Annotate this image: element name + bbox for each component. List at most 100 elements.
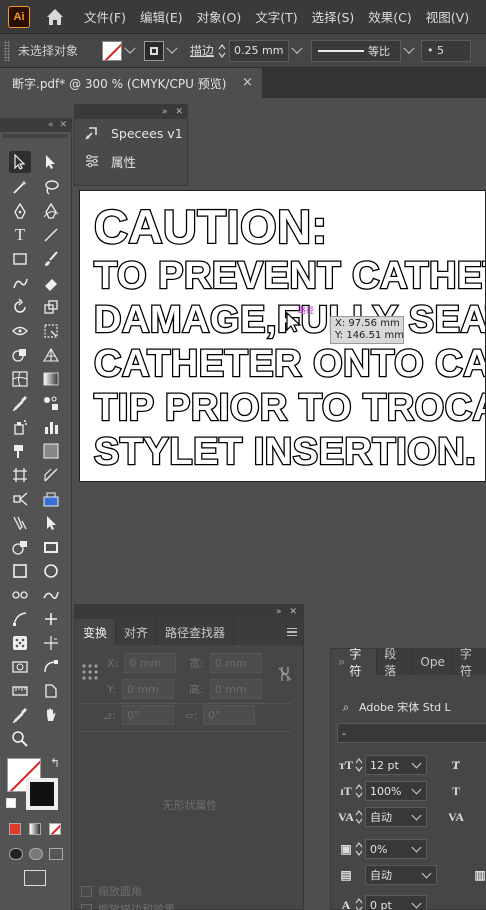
artwork-text-line[interactable]: TIP PRIOR TO TROCAR	[93, 386, 485, 431]
artboard[interactable]: CAUTION: TO PREVENT CATHETER DAMAGE,FULL…	[79, 190, 486, 482]
anchor-point-icon[interactable]	[9, 608, 31, 630]
gradient-mode-icon[interactable]	[29, 823, 41, 835]
tab-character-styles[interactable]: 字符	[453, 647, 486, 678]
brush-select[interactable]: • 5	[421, 39, 472, 62]
stepper-icon[interactable]	[355, 841, 363, 857]
add-anchor-icon[interactable]	[40, 608, 62, 630]
scale-tool-icon[interactable]	[40, 296, 62, 318]
screen-mode-icon[interactable]	[24, 870, 46, 886]
tab-pathfinder[interactable]: 路径查找器	[157, 619, 235, 645]
magic-wand-icon[interactable]	[9, 176, 31, 198]
hand-tool-icon[interactable]	[40, 704, 62, 726]
baseline-shift-input[interactable]: 0 pt	[365, 895, 427, 910]
lasso-icon[interactable]	[40, 176, 62, 198]
tab-paragraph[interactable]: 段落	[377, 647, 414, 678]
ellipse-copy-icon[interactable]	[9, 536, 31, 558]
close-icon[interactable]: ×	[242, 75, 253, 90]
rectangle-tool-icon[interactable]	[9, 248, 31, 270]
chevron-down-icon[interactable]	[403, 42, 415, 54]
panel-menu-icon[interactable]	[281, 619, 303, 645]
smooth-tool-icon[interactable]	[40, 584, 62, 606]
ruler-icon[interactable]	[9, 680, 31, 702]
symbol-sprayer-icon[interactable]	[9, 416, 31, 438]
crop-image-icon[interactable]	[9, 656, 31, 678]
chevron-down-icon[interactable]	[166, 42, 178, 54]
dice-icon[interactable]	[9, 632, 31, 654]
chevron-down-icon[interactable]	[124, 42, 136, 54]
gradient-tool-icon[interactable]	[40, 368, 62, 390]
mesh-tool-icon[interactable]	[9, 368, 31, 390]
shape-builder-icon[interactable]	[9, 344, 31, 366]
live-paint-icon[interactable]	[9, 440, 31, 462]
paintbrush-icon[interactable]	[40, 248, 62, 270]
reference-point-icon[interactable]	[81, 663, 99, 681]
height-field[interactable]: 高: 0 mm	[189, 679, 262, 699]
tab-align[interactable]: 对齐	[116, 619, 158, 645]
symbol-shift-icon[interactable]	[40, 488, 62, 510]
pen-tool-icon[interactable]	[9, 200, 31, 222]
shaper-tool-icon[interactable]	[9, 272, 31, 294]
tab-transform[interactable]: 变换	[75, 619, 117, 645]
font-family-input[interactable]: Adobe 宋体 Std L	[355, 697, 485, 717]
eyedropper-alt-icon[interactable]	[9, 704, 31, 726]
direct-selection-tool-icon[interactable]	[40, 151, 62, 173]
curvature-tool-icon[interactable]	[40, 200, 62, 222]
column-graph-icon[interactable]	[40, 416, 62, 438]
collapse-icon[interactable]: »	[162, 107, 168, 117]
eyedropper-icon[interactable]	[9, 392, 31, 414]
width-field[interactable]: 宽: 0 mm	[189, 653, 262, 673]
link-icon[interactable]	[277, 665, 293, 683]
y-field[interactable]: Y: 0 mm	[107, 679, 174, 699]
default-colors-icon[interactable]	[6, 798, 16, 808]
tab-opentype[interactable]: Ope	[413, 649, 453, 675]
live-paint-selection-icon[interactable]	[40, 440, 62, 462]
artwork-text-line[interactable]: CAUTION:	[93, 199, 329, 255]
scale-strokes-checkbox[interactable]: 缩放描边和效果	[81, 901, 175, 910]
font-style-select[interactable]: -	[337, 723, 486, 743]
direct-select-alt-icon[interactable]	[40, 512, 62, 534]
pattern-tool-icon[interactable]	[9, 584, 31, 606]
reshape-icon[interactable]	[40, 656, 62, 678]
zoom-tool-icon[interactable]	[9, 728, 31, 750]
close-icon[interactable]: ✕	[175, 107, 183, 117]
close-icon[interactable]: ✕	[59, 120, 67, 130]
collapse-icon[interactable]: »	[276, 607, 282, 617]
rectangle-grid-icon[interactable]	[40, 536, 62, 558]
selection-tool-icon[interactable]	[9, 151, 31, 173]
properties-button[interactable]: 属性	[75, 147, 187, 175]
stepper-icon[interactable]	[355, 757, 363, 773]
type-tool-icon[interactable]: T	[9, 224, 31, 246]
perspective-grid-icon[interactable]	[40, 344, 62, 366]
color-mode-icon[interactable]	[9, 823, 21, 835]
artwork-text-line[interactable]: TO PREVENT CATHETER	[93, 254, 485, 299]
line-tool-icon[interactable]	[40, 224, 62, 246]
menu-select[interactable]: 选择(S)	[312, 7, 355, 26]
knife-tool-icon[interactable]	[9, 512, 31, 534]
menu-object[interactable]: 对象(O)	[197, 7, 242, 26]
print-tiling-icon[interactable]	[40, 680, 62, 702]
angle-field[interactable]: ⊿: 0°	[103, 705, 174, 725]
draw-mode-icon[interactable]	[9, 848, 23, 860]
stroke-color-box[interactable]	[26, 778, 58, 810]
leading-input[interactable]: 100%	[365, 781, 427, 801]
tsume-input[interactable]: 0%	[365, 839, 427, 859]
square-tool-icon[interactable]	[9, 560, 31, 582]
chevron-down-icon[interactable]	[291, 42, 303, 54]
stepper-icon[interactable]	[355, 897, 363, 910]
stroke-label[interactable]: 描边	[190, 42, 214, 59]
x-field[interactable]: X: 0 mm	[107, 653, 177, 673]
stroke-weight-input[interactable]: 0.25 mm	[229, 39, 290, 62]
grip-handle[interactable]	[4, 40, 10, 61]
tab-character[interactable]: » 字符	[331, 647, 378, 678]
font-size-input[interactable]: 12 pt	[365, 755, 427, 775]
stroke-profile-select[interactable]: 等比	[311, 39, 402, 62]
draw-inside-icon[interactable]	[49, 848, 63, 860]
document-tab[interactable]: 断字.pdf* @ 300 % (CMYK/CPU 预览)	[0, 68, 262, 98]
artboard-tool-icon[interactable]	[9, 464, 31, 486]
menu-file[interactable]: 文件(F)	[84, 7, 126, 26]
kerning-input[interactable]: 自动	[365, 807, 427, 827]
stepper-icon[interactable]	[355, 809, 363, 825]
search-icon[interactable]: ⌕	[337, 698, 355, 716]
collapse-icon[interactable]: «	[48, 120, 54, 130]
stroke-swatch[interactable]	[144, 40, 165, 61]
